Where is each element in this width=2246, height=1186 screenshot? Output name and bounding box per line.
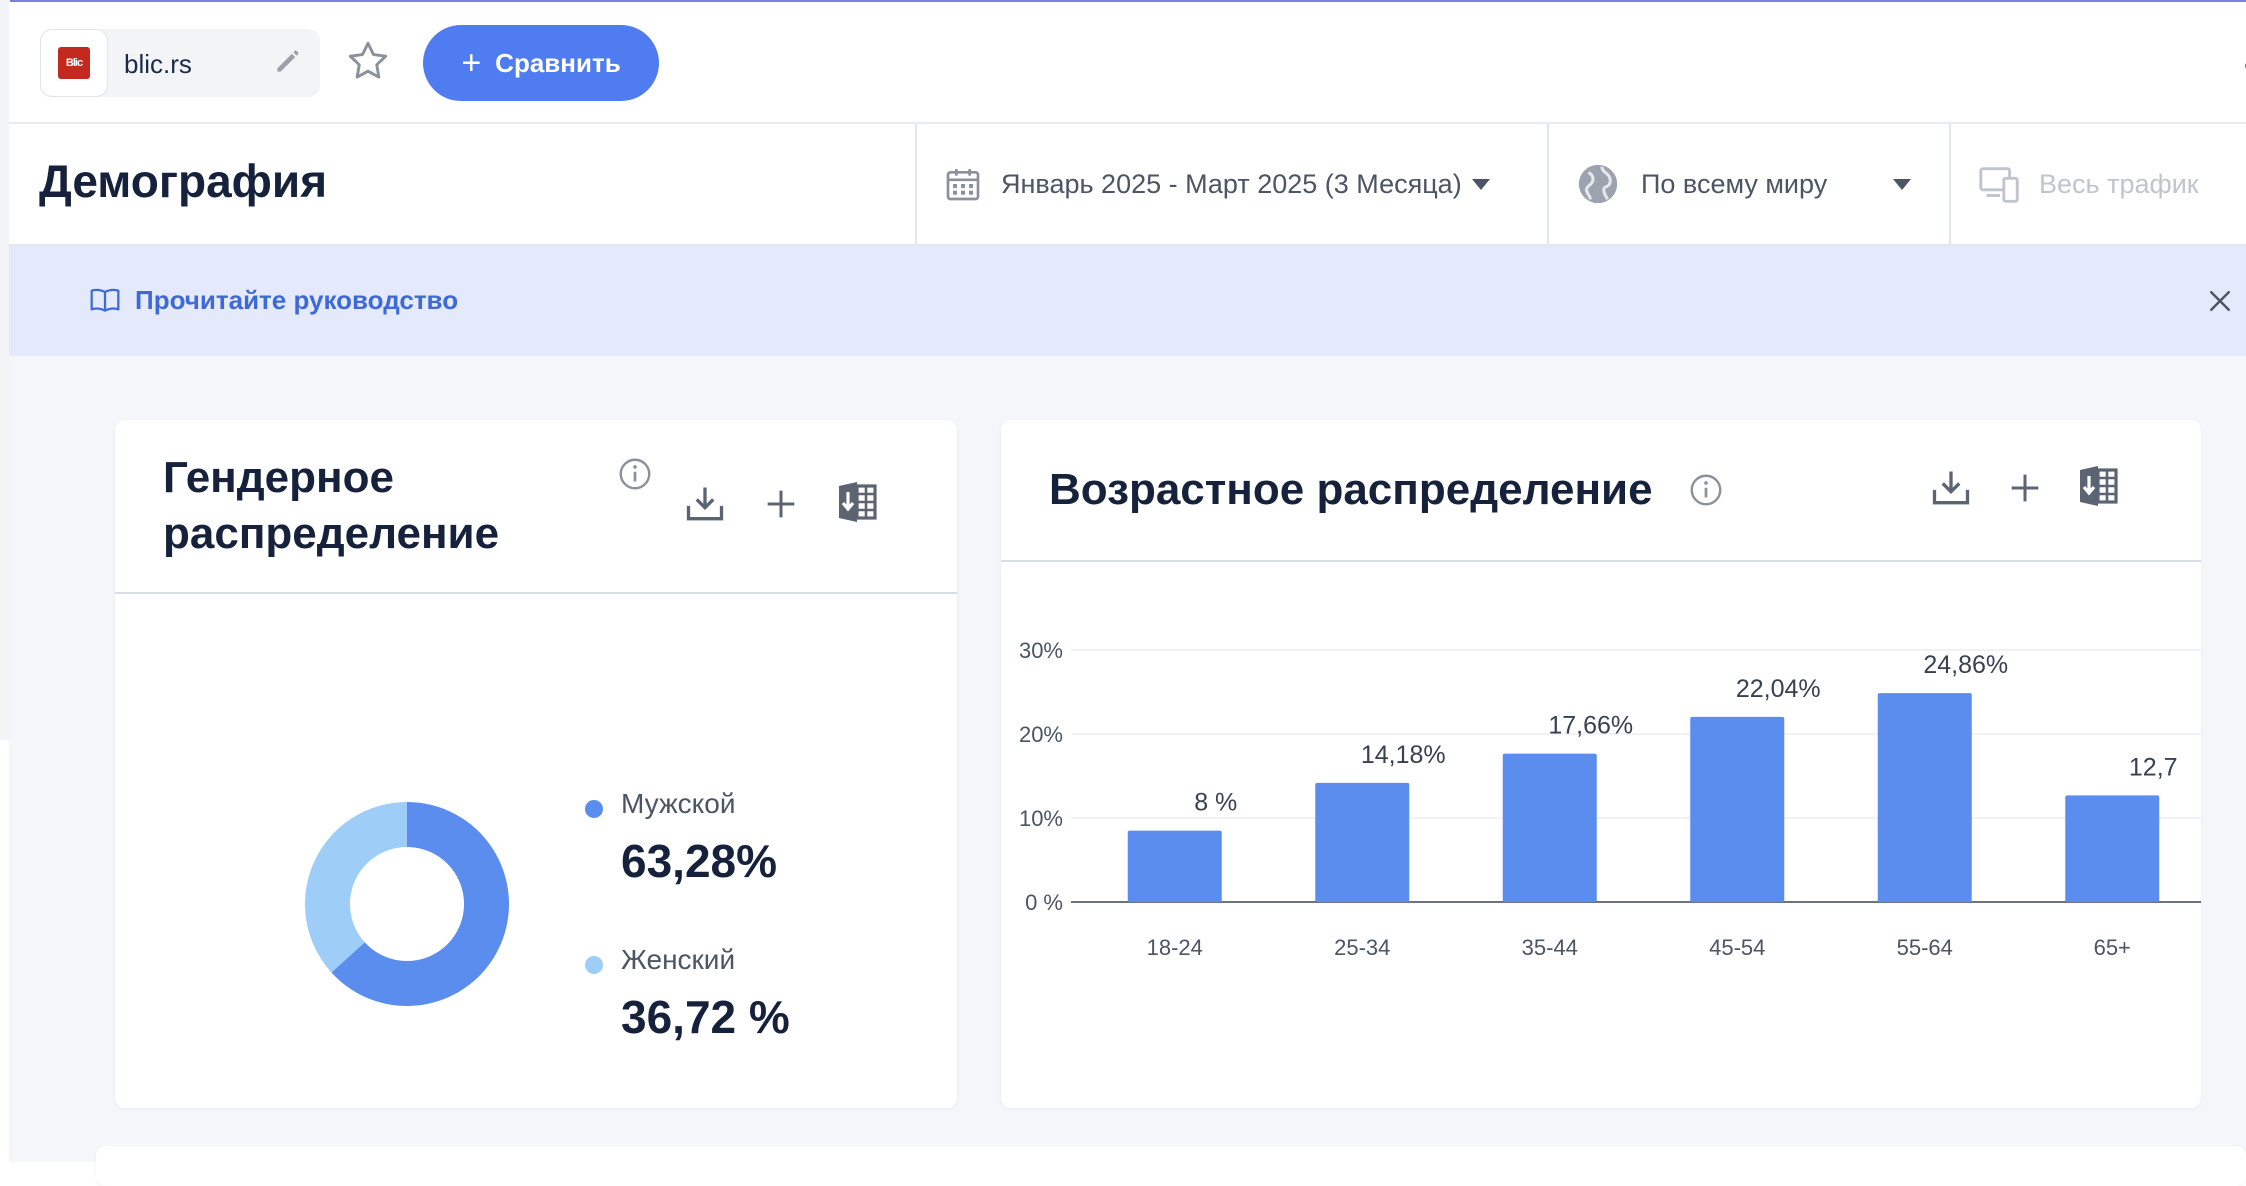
age-bar-chart: 0 % 10% 20% 30% 8 % 18-24 14,18% 25-34 17,66% 35-… (1019, 638, 2201, 960)
x-tick-label: 25-34 (1334, 935, 1390, 960)
bar-data-label: 17,66% (1548, 712, 1633, 740)
x-tick-label: 55-64 (1897, 935, 1953, 960)
edit-pencil-icon[interactable] (272, 45, 304, 77)
gender-donut-chart (305, 802, 509, 1006)
bar-data-label: 12,7 (2129, 753, 2178, 781)
info-icon[interactable] (617, 456, 653, 492)
gender-card-header: Гендерное распределение (115, 420, 957, 594)
female-legend-dot (585, 956, 603, 974)
age-card-title: Возрастное распределение (1049, 465, 1653, 514)
add-icon[interactable] (761, 484, 801, 524)
book-icon (90, 288, 120, 312)
x-tick-label: 65+ (2094, 935, 2131, 960)
favorite-star-icon[interactable] (343, 36, 393, 86)
chevron-down-icon (1471, 178, 1490, 190)
compare-button-label: Сравнить (495, 47, 621, 78)
next-card (96, 1146, 2246, 1186)
close-icon[interactable] (2205, 286, 2235, 316)
gender-title-line1: Гендерное (163, 453, 394, 502)
region-selector[interactable]: По всему миру (1547, 124, 1949, 244)
info-icon[interactable] (1688, 472, 1724, 508)
male-legend-value: 63,28% (621, 835, 778, 887)
guide-link-label: Прочитайте руководство (135, 284, 459, 315)
export-excel-icon[interactable] (833, 478, 881, 526)
age-card-header: Возрастное распределение (1001, 420, 2201, 562)
x-tick-label: 18-24 (1147, 935, 1203, 960)
y-tick-label: 0 % (1025, 890, 1063, 915)
compare-button[interactable]: + Сравнить (423, 25, 659, 101)
age-bar (1502, 753, 1597, 902)
age-bar (1877, 693, 1972, 902)
traffic-selector[interactable]: Весь трафик (1949, 124, 2246, 244)
bar-data-label: 24,86% (1923, 651, 2008, 679)
y-tick-label: 20% (1019, 722, 1063, 747)
female-legend-label: Женский (621, 944, 736, 975)
y-tick-label: 30% (1019, 638, 1063, 663)
male-legend-dot (585, 800, 603, 818)
bar-data-label: 14,18% (1361, 741, 1446, 769)
plus-icon: + (461, 44, 482, 82)
date-range-label: Январь 2025 - Март 2025 (3 Месяца) (1001, 168, 1462, 199)
export-excel-icon[interactable] (2074, 462, 2122, 510)
guide-link[interactable]: Прочитайте руководство (89, 284, 458, 316)
calendar-icon (946, 169, 980, 201)
age-bar (2065, 795, 2160, 902)
male-legend-label: Мужской (621, 788, 736, 819)
traffic-label: Весь трафик (2039, 168, 2199, 199)
devices-icon (1979, 167, 2019, 203)
content-area: Гендерное распределение Мужской 63,28% Ж… (9, 356, 2246, 1186)
site-logo: Blic (58, 47, 90, 79)
age-bar (1315, 782, 1410, 902)
chevron-down-icon (1893, 178, 1911, 190)
page-header: Демография Январь 2025 - Март 2025 (3 Ме… (9, 124, 2246, 246)
globe-icon (1578, 164, 1618, 204)
gender-card-title: Гендерное распределение (163, 450, 499, 562)
age-card: Возрастное распределение 0 % 10% 20% 30% 8 %… (1001, 420, 2201, 1108)
download-icon[interactable] (1929, 466, 1973, 510)
bar-data-label: 22,04% (1736, 675, 1821, 703)
site-logo-box: Blic (40, 29, 108, 97)
guide-banner: Прочитайте руководство (9, 246, 2246, 356)
female-legend-value: 36,72 % (621, 991, 790, 1043)
x-tick-label: 45-54 (1709, 935, 1765, 960)
y-tick-label: 10% (1019, 806, 1063, 831)
age-bar (1127, 830, 1222, 902)
donut-slice-1 (305, 802, 407, 973)
download-icon[interactable] (683, 482, 727, 526)
gender-title-line2: распределение (163, 509, 500, 558)
gender-card: Гендерное распределение Мужской 63,28% Ж… (115, 420, 957, 1108)
x-tick-label: 35-44 (1522, 935, 1578, 960)
site-chip[interactable]: Blic blic.rs (40, 29, 320, 97)
bar-data-label: 8 % (1194, 789, 1237, 817)
age-bar (1690, 716, 1785, 902)
date-range-selector[interactable]: Январь 2025 - Март 2025 (3 Месяца) (915, 124, 1547, 244)
page-title: Демография (39, 155, 328, 207)
site-name: blic.rs (124, 49, 192, 79)
top-bar: Blic blic.rs + Сравнить (9, 2, 2246, 124)
add-icon[interactable] (2005, 468, 2045, 508)
region-label: По всему миру (1641, 168, 1828, 199)
